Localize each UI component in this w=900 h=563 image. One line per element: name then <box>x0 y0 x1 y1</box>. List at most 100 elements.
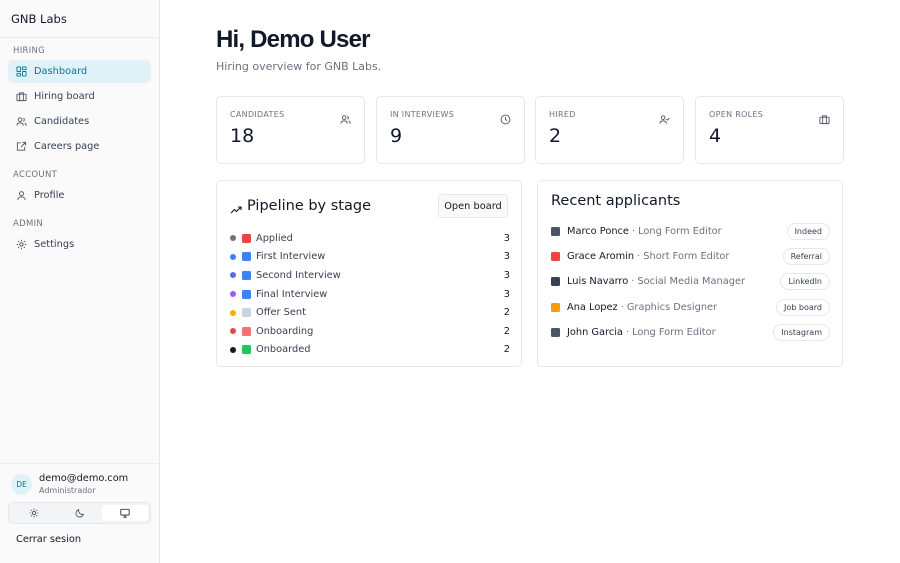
applicant-role: Long Form Editor <box>632 326 716 338</box>
sidebar-item-hiring-board[interactable]: Hiring board <box>8 85 151 108</box>
stage-dot <box>230 235 236 242</box>
sidebar-item-careers-page[interactable]: Careers page <box>8 135 151 158</box>
trending-up-icon <box>230 201 242 214</box>
stage-row-applied[interactable]: Applied 3 <box>230 229 510 248</box>
sidebar-item-dashboard[interactable]: Dashboard <box>8 60 151 83</box>
stage-label: Second Interview <box>256 269 341 281</box>
applicant-list: Marco Ponce · Long Form Editor Indeed Gr… <box>551 219 830 345</box>
stat-card-in-interviews: IN INTERVIEWS 9 <box>376 96 525 164</box>
stage-count: 2 <box>503 344 510 356</box>
applicant-row[interactable]: Ana Lopez · Graphics Designer Job board <box>551 295 830 320</box>
open-board-button[interactable]: Open board <box>438 194 508 218</box>
stage-row-onboarded[interactable]: Onboarded 2 <box>230 341 510 360</box>
stat-card-candidates: CANDIDATES 18 <box>216 96 365 164</box>
stat-card-open-roles: OPEN ROLES 4 <box>695 96 844 164</box>
clapper-icon <box>551 327 560 337</box>
monitor-icon <box>120 508 130 518</box>
applicant-role: Graphics Designer <box>626 301 718 313</box>
external-link-icon <box>16 141 27 152</box>
stat-label: HIRED <box>549 110 576 119</box>
applicant-name: John Garcia <box>567 326 623 338</box>
recent-applicants-title: Recent applicants <box>551 193 681 209</box>
sidebar-item-profile[interactable]: Profile <box>8 184 151 207</box>
stage-label: Onboarding <box>256 325 314 337</box>
clock-icon <box>500 110 511 125</box>
main-content: Hi, Demo User Hiring overview for GNB La… <box>160 0 900 563</box>
keycap-1-icon <box>242 252 251 262</box>
separator: · <box>620 301 624 313</box>
clapper-icon <box>551 227 560 237</box>
sidebar-item-label: Careers page <box>34 141 100 152</box>
stage-row-offer-sent[interactable]: Offer Sent 2 <box>230 303 510 322</box>
theme-dark-button[interactable] <box>57 505 103 521</box>
pipeline-title: Pipeline by stage <box>247 198 372 214</box>
keycap-2-icon <box>242 270 251 280</box>
user-check-icon <box>659 110 670 124</box>
stage-label: Applied <box>256 232 293 244</box>
user-profile[interactable]: DE demo@demo.com Administrador <box>0 464 159 495</box>
theme-light-button[interactable] <box>11 505 57 521</box>
separator: · <box>631 276 635 288</box>
stage-row-final-interview[interactable]: Final Interview 3 <box>230 285 510 304</box>
users-icon <box>16 116 27 127</box>
applicant-role: Long Form Editor <box>638 226 722 238</box>
applicant-row[interactable]: Marco Ponce · Long Form Editor Indeed <box>551 219 830 244</box>
section-label-admin: ADMIN <box>13 219 44 229</box>
stage-label: Offer Sent <box>256 307 306 319</box>
stage-label: First Interview <box>256 251 326 263</box>
stat-label: OPEN ROLES <box>709 110 764 119</box>
applicant-row[interactable]: John Garcia · Long Form Editor Instagram <box>551 320 830 345</box>
inbox-icon <box>242 233 251 243</box>
stage-dot <box>230 346 236 353</box>
applicant-row[interactable]: Luis Navarro · Social Media Manager Link… <box>551 269 830 294</box>
stage-row-second-interview[interactable]: Second Interview 3 <box>230 266 510 285</box>
stage-count: 3 <box>503 232 510 244</box>
stage-count: 2 <box>503 307 510 319</box>
sidebar-item-label: Candidates <box>34 116 90 127</box>
applicant-name: Luis Navarro <box>567 276 629 288</box>
sidebar-item-candidates[interactable]: Candidates <box>8 110 151 133</box>
sidebar-item-label: Dashboard <box>34 66 88 77</box>
signout-link[interactable]: Cerrar sesion <box>0 524 159 545</box>
stage-dot <box>230 253 236 260</box>
moon-icon <box>75 509 84 518</box>
users-icon <box>340 110 351 124</box>
stage-dot <box>230 309 236 316</box>
stage-count: 3 <box>503 269 510 281</box>
applicant-name: Marco Ponce <box>567 226 629 238</box>
source-badge: Indeed <box>786 223 830 241</box>
recent-applicants-card: Recent applicants Marco Ponce · Long For… <box>537 180 843 367</box>
user-icon <box>16 190 27 201</box>
separator: · <box>637 251 641 263</box>
stage-dot <box>230 291 236 298</box>
sidebar-item-settings[interactable]: Settings <box>8 233 151 256</box>
applicant-role: Short Form Editor <box>643 251 730 263</box>
briefcase-icon <box>16 91 27 102</box>
briefcase-icon <box>819 110 830 125</box>
user-email: demo@demo.com <box>39 473 129 484</box>
pipeline-card: Pipeline by stage Open board Applied 3 F… <box>216 180 522 367</box>
separator: · <box>631 226 636 238</box>
check-box-icon <box>242 345 251 355</box>
stage-row-first-interview[interactable]: First Interview 3 <box>230 248 510 267</box>
separator: · <box>625 326 630 338</box>
stage-label: Final Interview <box>256 288 328 300</box>
envelope-icon <box>242 308 251 318</box>
avatar: DE <box>11 473 32 495</box>
phone-icon <box>551 277 560 287</box>
source-badge: Referral <box>782 248 830 266</box>
stat-label: IN INTERVIEWS <box>390 110 455 119</box>
sidebar-item-label: Settings <box>34 239 75 250</box>
stage-dot <box>230 272 236 279</box>
palette-icon <box>551 302 560 312</box>
source-badge: Instagram <box>773 323 830 341</box>
theme-system-button[interactable] <box>102 505 149 521</box>
stage-list: Applied 3 First Interview 3 Second Inter… <box>230 229 510 359</box>
applicant-row[interactable]: Grace Aromin · Short Form Editor Referra… <box>551 244 830 269</box>
stage-row-onboarding[interactable]: Onboarding 2 <box>230 322 510 341</box>
theme-toggle <box>8 502 151 524</box>
section-label-hiring: HIRING <box>13 46 46 56</box>
sidebar-item-label: Profile <box>34 190 65 201</box>
applicant-name: Grace Aromin <box>567 251 635 263</box>
user-role: Administrador <box>39 486 96 495</box>
